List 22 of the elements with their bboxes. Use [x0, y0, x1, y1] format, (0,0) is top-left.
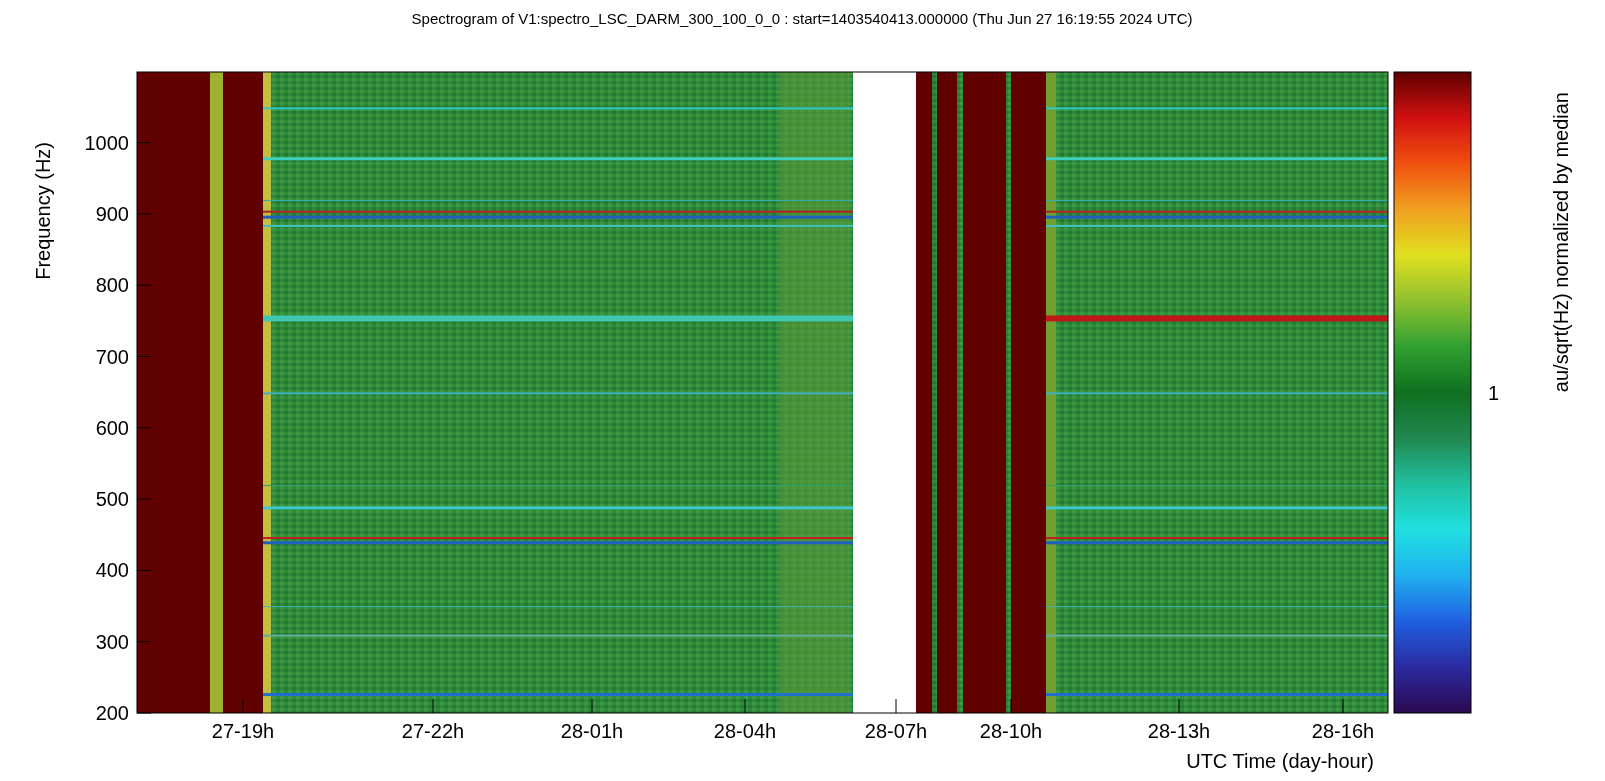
x-tick-label: 28-07h: [864, 720, 928, 742]
x-tick-label: 28-04h: [713, 720, 777, 742]
x-tick-label: 27-22h: [401, 720, 465, 742]
x-tick-label: 28-01h: [560, 720, 624, 742]
x-tick-label: 28-10h: [979, 720, 1043, 742]
x-tick-label: 27-19h: [211, 720, 275, 742]
y-tick-label: 200: [95, 702, 129, 724]
y-tick-label: 900: [95, 202, 129, 225]
colorbar-tick-label: 1: [1488, 382, 1500, 404]
x-tick-label: 28-16h: [1311, 720, 1375, 742]
y-tick-label: 600: [95, 416, 129, 439]
y-tick-label: 1000: [84, 131, 129, 154]
plot-title: Spectrogram of V1:spectro_LSC_DARM_300_100_0_0 : start=1403540413.000000 (Thu Jun 27 16:19:55 2024 UTC): [411, 10, 1193, 27]
y-tick-label: 800: [95, 274, 129, 297]
x-tick-label: 28-13h: [1147, 720, 1211, 742]
x-axis-label: UTC Time (day-hour): [1186, 750, 1374, 772]
y-axis-label: Frequency (Hz): [32, 142, 54, 280]
y-tick-label: 300: [95, 630, 129, 653]
y-tick-label: 500: [95, 488, 129, 511]
y-tick-label: 700: [95, 345, 129, 368]
y-tick-label: 400: [95, 559, 129, 582]
colorbar-label: au/sqrt(Hz) normalized by median: [1550, 92, 1572, 393]
